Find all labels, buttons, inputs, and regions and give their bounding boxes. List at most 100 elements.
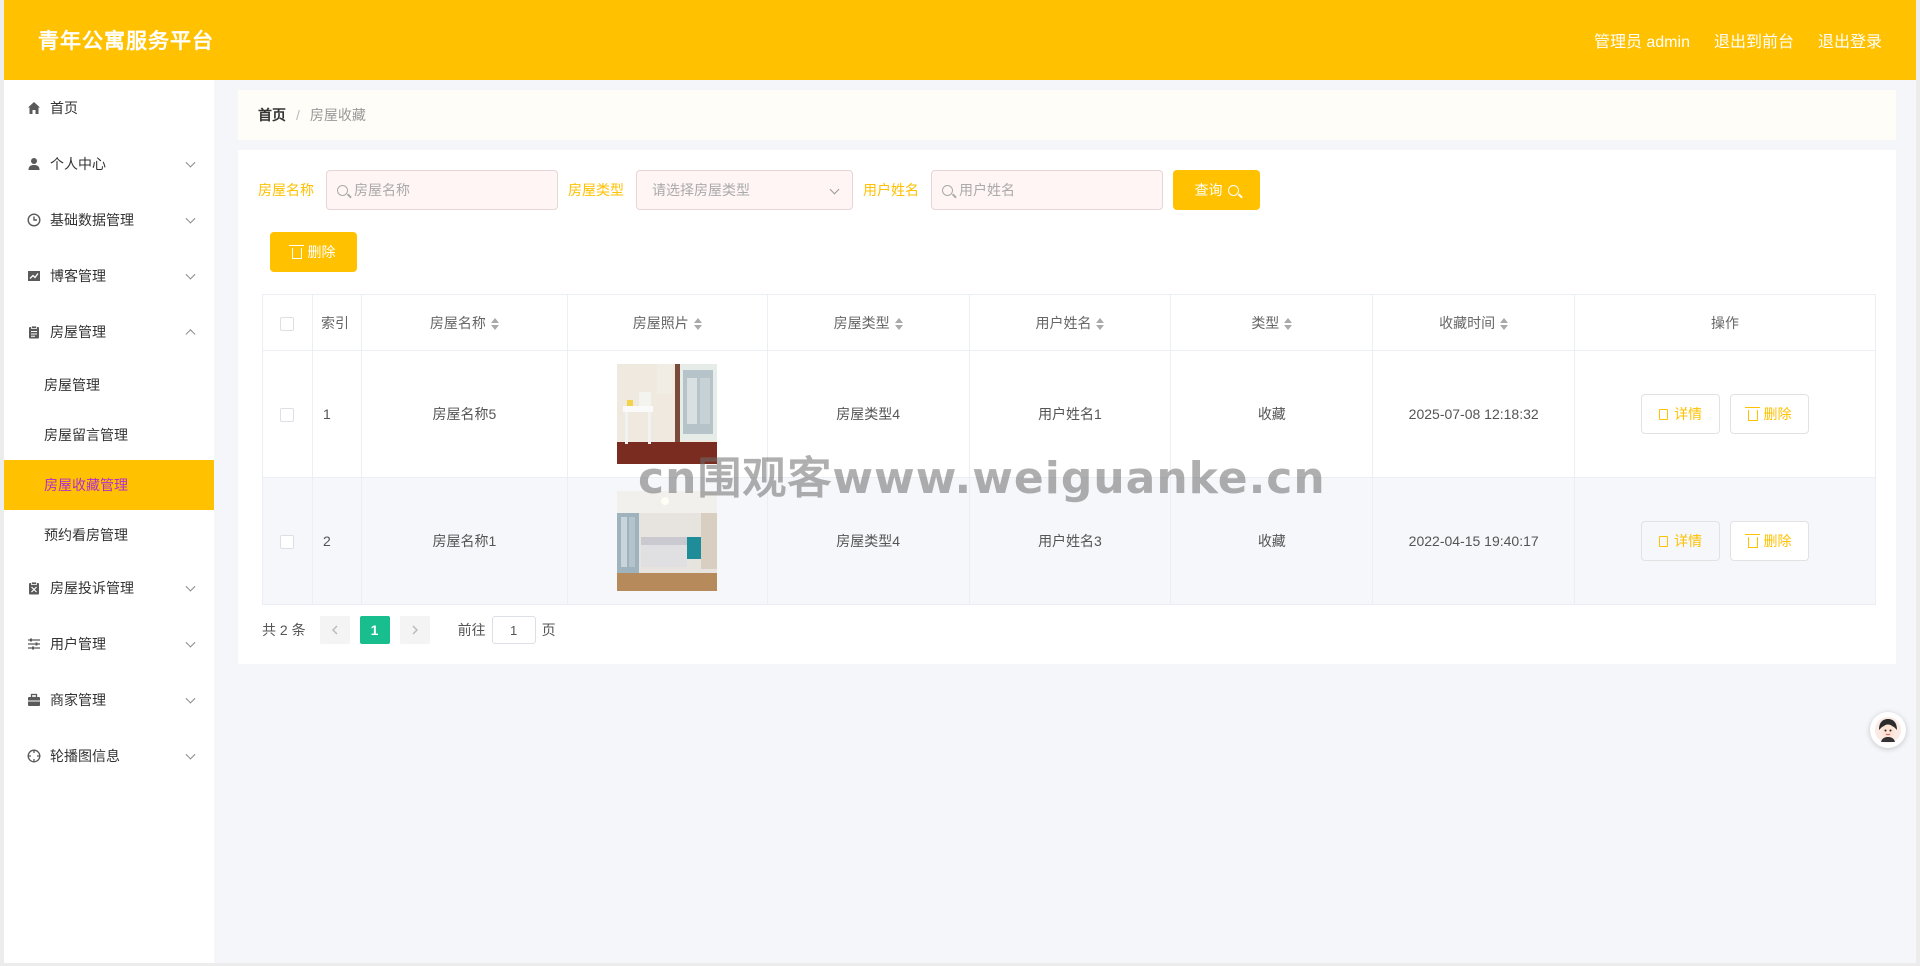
search-form: 房屋名称 房屋名称 房屋类型 请选择房屋类型 用户姓名 用户姓名 查询 (258, 170, 1260, 210)
header-favorite-time[interactable]: 收藏时间 (1372, 294, 1576, 351)
header-type[interactable]: 类型 (1170, 294, 1374, 351)
header-house-photo[interactable]: 房屋照片 (566, 294, 768, 351)
delete-button-label: 删除 (1763, 533, 1792, 549)
cell-house-photo (566, 350, 768, 478)
house-name-label: 房屋名称 (258, 182, 314, 198)
chevron-down-icon (185, 637, 196, 648)
sidebar-item-label: 用户管理 (50, 636, 106, 652)
avatar-icon (1875, 717, 1901, 743)
breadcrumb-separator: / (296, 107, 300, 123)
header-actions: 管理员 admin 退出到前台 退出登录 (1594, 28, 1882, 52)
goto-page-input[interactable] (491, 616, 536, 644)
next-page-button[interactable] (399, 616, 430, 644)
sidebar-subitem-house-message[interactable]: 房屋留言管理 (4, 410, 214, 460)
logout-link[interactable]: 退出登录 (1818, 28, 1882, 52)
pagination-total: 共 2 条 (262, 622, 306, 638)
house-photo[interactable] (617, 364, 718, 464)
select-all-checkbox[interactable] (280, 316, 295, 331)
header-house-type[interactable]: 房屋类型 (766, 294, 970, 351)
delete-button-label: 删除 (1763, 406, 1792, 422)
sort-icon[interactable] (1284, 317, 1293, 330)
sidebar-item-home[interactable]: 首页 (4, 80, 214, 136)
cell-house-type: 房屋类型4 (766, 477, 970, 605)
sidebar-item-basic-data[interactable]: 基础数据管理 (4, 192, 214, 248)
detail-button[interactable]: 详情 (1641, 394, 1721, 434)
chevron-down-icon (185, 269, 196, 280)
cell-index: 2 (311, 477, 362, 605)
delete-button[interactable]: 删除 (1730, 521, 1809, 561)
query-button[interactable]: 查询 (1173, 170, 1260, 210)
sidebar-subitem-house-favorite[interactable]: 房屋收藏管理 (4, 460, 214, 510)
goto-suffix: 页 (541, 622, 556, 638)
cell-house-photo (566, 477, 768, 605)
cell-house-name: 房屋名称5 (360, 350, 568, 478)
to-front-link[interactable]: 退出到前台 (1714, 28, 1794, 52)
sort-icon[interactable] (1096, 317, 1105, 330)
sidebar-item-personal-center[interactable]: 个人中心 (4, 136, 214, 192)
breadcrumb-home[interactable]: 首页 (258, 105, 286, 125)
sidebar-item-house-complaint[interactable]: 房屋投诉管理 (4, 560, 214, 616)
sort-icon[interactable] (490, 317, 499, 330)
header-user-name[interactable]: 用户姓名 (968, 294, 1172, 351)
sidebar-item-label: 个人中心 (50, 156, 106, 172)
chevron-left-icon (331, 625, 338, 635)
detail-button[interactable]: 详情 (1641, 521, 1721, 561)
clock-icon (26, 212, 42, 228)
house-type-placeholder: 请选择房屋类型 (652, 182, 750, 198)
breadcrumb: 首页 / 房屋收藏 (238, 90, 1896, 140)
header-label: 房屋名称 (429, 314, 486, 331)
query-button-label: 查询 (1194, 182, 1223, 198)
chevron-down-icon (185, 693, 196, 704)
chart-icon (26, 268, 42, 284)
header-house-name[interactable]: 房屋名称 (360, 294, 568, 351)
chevron-up-icon (185, 329, 196, 340)
header-label: 房屋照片 (632, 314, 689, 331)
sidebar-item-blog[interactable]: 博客管理 (4, 248, 214, 304)
trash-icon (1744, 406, 1760, 421)
sidebar-item-house-management[interactable]: 房屋管理 (4, 304, 214, 360)
assistant-avatar[interactable] (1870, 712, 1906, 748)
sort-icon[interactable] (693, 317, 702, 330)
briefcase-icon (26, 692, 42, 708)
chevron-down-icon (829, 184, 840, 195)
delete-button[interactable]: 删除 (1730, 394, 1809, 434)
sidebar-item-carousel[interactable]: 轮播图信息 (4, 728, 214, 784)
cell-type: 收藏 (1170, 350, 1374, 478)
report-icon (26, 580, 42, 596)
user-name-input[interactable]: 用户姓名 (931, 170, 1163, 210)
user-icon (26, 156, 42, 172)
row-select-cell (262, 350, 313, 478)
header-label: 类型 (1251, 314, 1280, 331)
row-checkbox[interactable] (280, 408, 295, 423)
home-icon (26, 100, 42, 116)
trash-icon (1744, 533, 1760, 548)
batch-delete-label: 删除 (307, 244, 336, 260)
select-all-cell (262, 294, 313, 351)
prev-page-button[interactable] (319, 616, 350, 644)
table-row: 2 房屋名称1 房屋类型4 用户姓名3 收藏 2022-04-15 19:40:… (262, 477, 1876, 605)
sidebar-item-user-management[interactable]: 用户管理 (4, 616, 214, 672)
page-number-button[interactable]: 1 (359, 616, 390, 644)
top-header: 青年公寓服务平台 管理员 admin 退出到前台 退出登录 (4, 0, 1916, 80)
favorites-table: 索引 房屋名称 房屋照片 房屋类型 用户姓名 类型 收藏时间 操作 1 房屋名称… (262, 294, 1876, 605)
sidebar: 首页 个人中心 基础数据管理 博客管理 房屋管理 房屋管理 房屋留言管理 房屋收… (4, 80, 214, 963)
cell-type: 收藏 (1170, 477, 1374, 605)
search-icon (1227, 184, 1239, 196)
house-photo[interactable] (617, 491, 718, 591)
sort-icon[interactable] (894, 317, 903, 330)
house-type-select[interactable]: 请选择房屋类型 (636, 170, 853, 210)
header-actions: 操作 (1574, 294, 1876, 351)
sidebar-item-label: 房屋管理 (50, 324, 106, 340)
sidebar-subitem-house[interactable]: 房屋管理 (4, 360, 214, 410)
sort-icon[interactable] (1500, 317, 1509, 330)
sliders-icon (26, 636, 42, 652)
cell-favorite-time: 2025-07-08 12:18:32 (1372, 350, 1576, 478)
row-checkbox[interactable] (280, 535, 295, 550)
table-row: 1 房屋名称5 房屋类型4 用户姓名1 收藏 2025-07-08 12:18:… (262, 350, 1876, 478)
batch-delete-button[interactable]: 删除 (270, 232, 357, 272)
document-icon (1659, 408, 1669, 420)
cell-actions: 详情 删除 (1574, 477, 1876, 605)
sidebar-item-merchant[interactable]: 商家管理 (4, 672, 214, 728)
house-name-input[interactable]: 房屋名称 (326, 170, 558, 210)
sidebar-subitem-viewing-appointment[interactable]: 预约看房管理 (4, 510, 214, 560)
